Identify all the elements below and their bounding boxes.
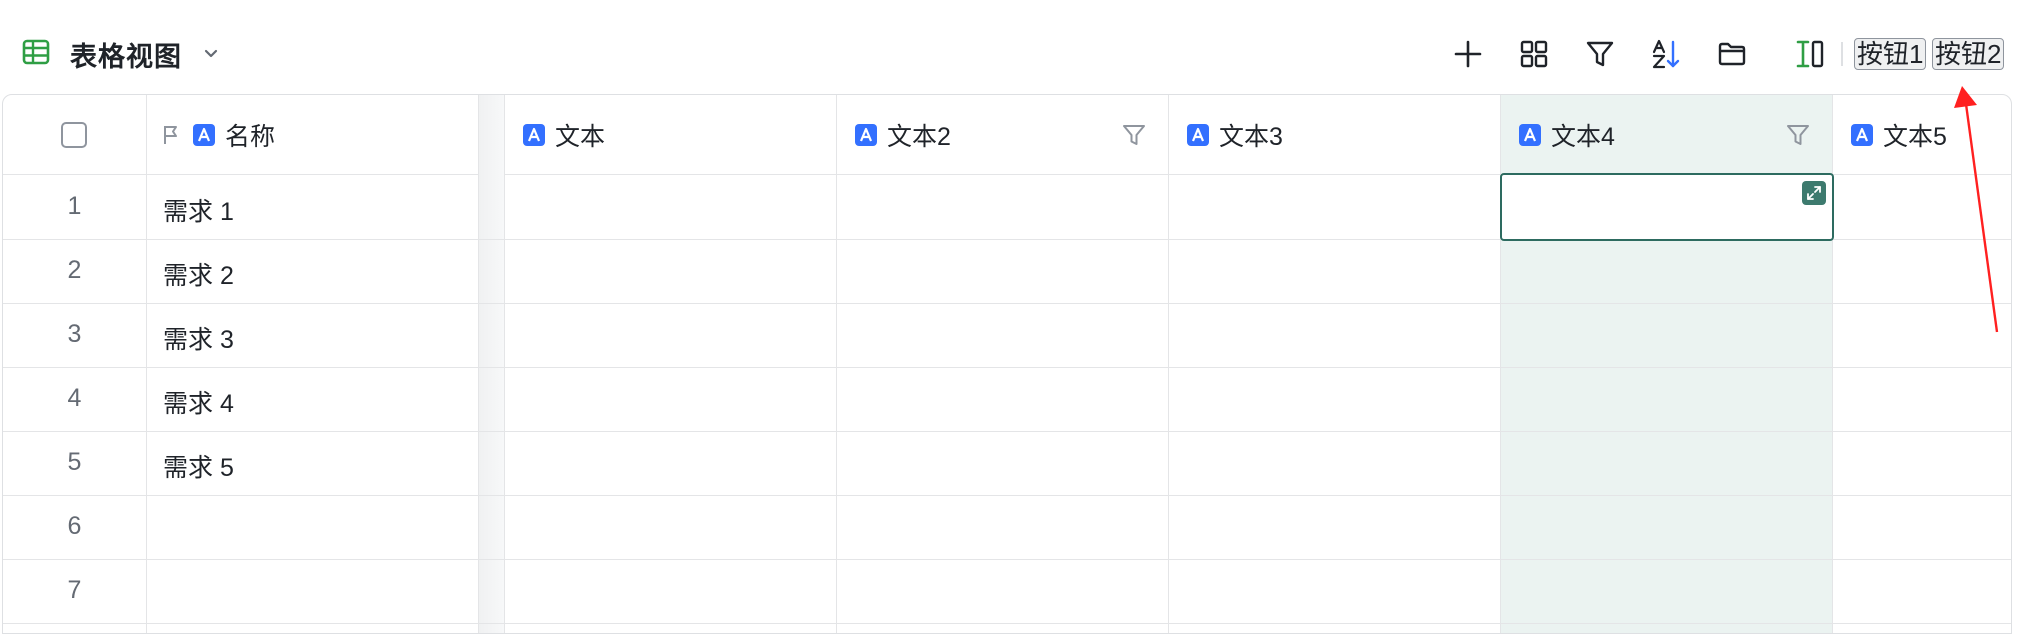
annotation-arrow <box>1954 86 1999 333</box>
row-divider <box>3 623 2011 624</box>
